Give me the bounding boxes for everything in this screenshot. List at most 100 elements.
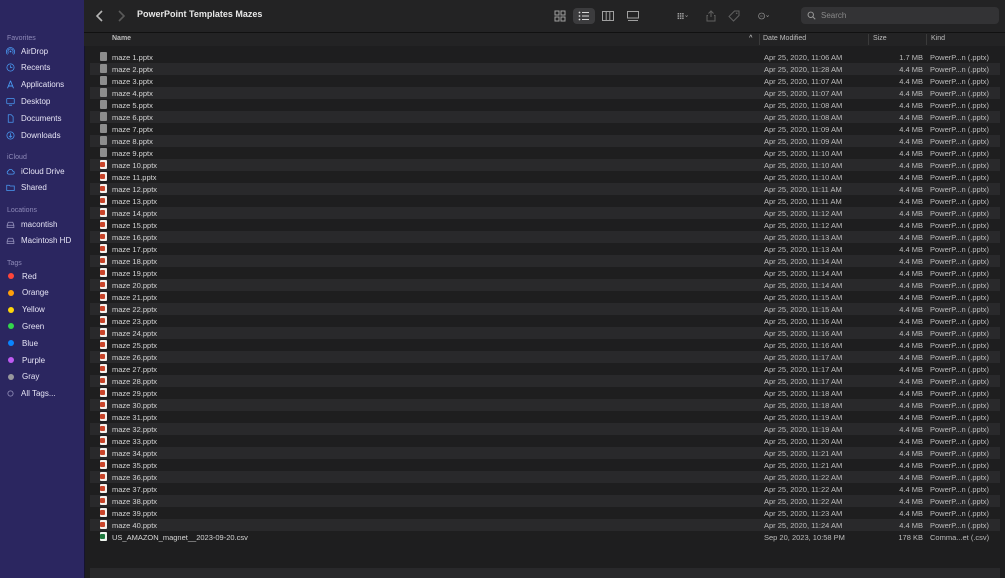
file-row[interactable]: maze 13.pptx Apr 25, 2020, 11:11 AM 4.4 MB… [90, 195, 1000, 207]
file-name: maze 5.pptx [112, 101, 153, 110]
file-row[interactable]: maze 29.pptx Apr 25, 2020, 11:18 AM 4.4 MB… [90, 387, 1000, 399]
pptx-file-icon [100, 88, 107, 97]
file-row[interactable]: maze 7.pptx Apr 25, 2020, 11:09 AM 4.4 MB P… [90, 123, 1000, 135]
file-size: 4.4 MB [899, 377, 923, 386]
sidebar-item-tag-yellow[interactable]: Yellow [6, 303, 80, 317]
sidebar-item-tag-orange[interactable]: Orange [6, 286, 80, 300]
sidebar-item-recents[interactable]: Recents [6, 61, 80, 75]
back-icon[interactable] [94, 8, 106, 24]
file-name: maze 7.pptx [112, 125, 153, 134]
file-row[interactable]: maze 8.pptx Apr 25, 2020, 11:09 AM 4.4 MB P… [90, 135, 1000, 147]
gallery-view-icon[interactable] [625, 8, 641, 24]
column-kind-header[interactable]: Kind [931, 35, 945, 42]
sidebar-item-tag-purple[interactable]: Purple [6, 353, 80, 367]
file-row[interactable]: maze 26.pptx Apr 25, 2020, 11:17 AM 4.4 MB… [90, 351, 1000, 363]
pptx-file-icon [100, 340, 107, 349]
search-field[interactable] [801, 7, 999, 24]
column-size-header[interactable]: Size [873, 35, 887, 42]
file-date-modified: Apr 25, 2020, 11:14 AM [764, 257, 843, 266]
sidebar-item-macontish[interactable]: macontish [6, 217, 80, 231]
file-row[interactable]: maze 19.pptx Apr 25, 2020, 11:14 AM 4.4 MB… [90, 267, 1000, 279]
sidebar-item-desktop[interactable]: Desktop [6, 94, 80, 108]
file-size: 4.4 MB [899, 89, 923, 98]
file-row[interactable]: maze 27.pptx Apr 25, 2020, 11:17 AM 4.4 MB… [90, 363, 1000, 375]
file-row[interactable]: maze 22.pptx Apr 25, 2020, 11:15 AM 4.4 MB… [90, 303, 1000, 315]
sidebar-item-shared[interactable]: Shared [6, 181, 80, 195]
file-name: maze 20.pptx [112, 281, 158, 290]
column-view-icon[interactable] [600, 8, 616, 24]
file-row[interactable]: maze 9.pptx Apr 25, 2020, 11:10 AM 4.4 MB P… [90, 147, 1000, 159]
sidebar-item-downloads[interactable]: Downloads [6, 128, 80, 142]
file-kind: PowerP...n (.pptx) [930, 509, 990, 518]
pptx-file-icon [100, 172, 107, 181]
icon-view-icon[interactable] [552, 8, 568, 24]
column-date-header[interactable]: Date Modified [763, 35, 806, 42]
column-name-header[interactable]: Name [112, 35, 131, 42]
file-row[interactable]: maze 5.pptx Apr 25, 2020, 11:08 AM 4.4 MB P… [90, 99, 1000, 111]
file-row[interactable]: maze 31.pptx Apr 25, 2020, 11:19 AM 4.4 MB… [90, 411, 1000, 423]
tag-icon[interactable] [727, 8, 741, 24]
file-row[interactable]: maze 15.pptx Apr 25, 2020, 11:12 AM 4.4 MB… [90, 219, 1000, 231]
file-row[interactable]: maze 37.pptx Apr 25, 2020, 11:22 AM 4.4 MB… [90, 483, 1000, 495]
file-row[interactable]: maze 4.pptx Apr 25, 2020, 11:07 AM 4.4 MB P… [90, 87, 1000, 99]
file-row[interactable]: maze 34.pptx Apr 25, 2020, 11:21 AM 4.4 MB… [90, 447, 1000, 459]
file-size: 4.4 MB [899, 449, 923, 458]
file-row[interactable]: maze 35.pptx Apr 25, 2020, 11:21 AM 4.4 MB… [90, 459, 1000, 471]
pptx-file-icon [100, 292, 107, 301]
file-kind: PowerP...n (.pptx) [930, 365, 990, 374]
more-actions-icon[interactable] [752, 8, 776, 24]
file-kind: PowerP...n (.pptx) [930, 89, 990, 98]
sidebar-item-tag-red[interactable]: Red [6, 269, 80, 283]
file-row[interactable]: maze 14.pptx Apr 25, 2020, 11:12 AM 4.4 MB… [90, 207, 1000, 219]
list-view-icon[interactable] [573, 8, 595, 24]
sidebar-item-documents[interactable]: Documents [6, 111, 80, 125]
file-row[interactable]: maze 28.pptx Apr 25, 2020, 11:17 AM 4.4 MB… [90, 375, 1000, 387]
file-row[interactable]: maze 40.pptx Apr 25, 2020, 11:24 AM 4.4 MB… [90, 519, 1000, 531]
file-row[interactable]: maze 16.pptx Apr 25, 2020, 11:13 AM 4.4 MB… [90, 231, 1000, 243]
file-row[interactable]: maze 39.pptx Apr 25, 2020, 11:23 AM 4.4 MB… [90, 507, 1000, 519]
file-date-modified: Apr 25, 2020, 11:15 AM [764, 293, 843, 302]
file-row[interactable]: maze 24.pptx Apr 25, 2020, 11:16 AM 4.4 MB… [90, 327, 1000, 339]
file-row[interactable]: maze 6.pptx Apr 25, 2020, 11:08 AM 4.4 MB P… [90, 111, 1000, 123]
file-row[interactable]: maze 30.pptx Apr 25, 2020, 11:18 AM 4.4 MB… [90, 399, 1000, 411]
file-row[interactable]: maze 20.pptx Apr 25, 2020, 11:14 AM 4.4 MB… [90, 279, 1000, 291]
file-row[interactable]: maze 38.pptx Apr 25, 2020, 11:22 AM 4.4 MB… [90, 495, 1000, 507]
sidebar-item-airdrop[interactable]: AirDrop [6, 44, 80, 58]
file-row[interactable]: maze 25.pptx Apr 25, 2020, 11:16 AM 4.4 MB… [90, 339, 1000, 351]
file-row[interactable]: maze 32.pptx Apr 25, 2020, 11:19 AM 4.4 MB… [90, 423, 1000, 435]
sidebar-item-applications[interactable]: Applications [6, 78, 80, 92]
file-row[interactable]: US_AMAZON_magnet__2023-09-20.csv Sep 20, … [90, 531, 1000, 543]
pptx-file-icon [100, 484, 107, 493]
pptx-file-icon [100, 448, 107, 457]
csv-file-icon [100, 532, 107, 541]
file-row[interactable]: maze 21.pptx Apr 25, 2020, 11:15 AM 4.4 MB… [90, 291, 1000, 303]
share-icon[interactable] [704, 8, 718, 24]
sort-ascending-icon[interactable]: ^ [749, 35, 753, 41]
sidebar-section-favorites: Favorites [7, 35, 36, 42]
sidebar-item-tag-blue[interactable]: Blue [6, 336, 80, 350]
file-row[interactable]: maze 23.pptx Apr 25, 2020, 11:16 AM 4.4 MB… [90, 315, 1000, 327]
file-date-modified: Apr 25, 2020, 11:16 AM [764, 317, 843, 326]
file-date-modified: Apr 25, 2020, 11:22 AM [764, 473, 843, 482]
file-row[interactable]: maze 33.pptx Apr 25, 2020, 11:20 AM 4.4 MB… [90, 435, 1000, 447]
file-row[interactable]: maze 18.pptx Apr 25, 2020, 11:14 AM 4.4 MB… [90, 255, 1000, 267]
file-size: 4.4 MB [899, 113, 923, 122]
file-row[interactable]: maze 17.pptx Apr 25, 2020, 11:13 AM 4.4 MB… [90, 243, 1000, 255]
file-kind: PowerP...n (.pptx) [930, 389, 990, 398]
forward-icon[interactable] [115, 8, 127, 24]
group-by-icon[interactable] [671, 8, 695, 24]
sidebar-item-macintosh-hd[interactable]: Macintosh HD [6, 234, 80, 248]
sidebar-item-tag-green[interactable]: Green [6, 319, 80, 333]
file-row[interactable]: maze 10.pptx Apr 25, 2020, 11:10 AM 4.4 MB… [90, 159, 1000, 171]
sidebar-item-all-tags[interactable]: All Tags... [6, 387, 80, 401]
search-input[interactable] [821, 11, 991, 20]
file-row[interactable]: maze 12.pptx Apr 25, 2020, 11:11 AM 4.4 MB… [90, 183, 1000, 195]
sidebar-item-icloud-drive[interactable]: iCloud Drive [6, 164, 80, 178]
file-row[interactable]: maze 3.pptx Apr 25, 2020, 11:07 AM 4.4 MB P… [90, 75, 1000, 87]
file-row[interactable]: maze 11.pptx Apr 25, 2020, 11:10 AM 4.4 MB… [90, 171, 1000, 183]
file-row[interactable]: maze 2.pptx Apr 25, 2020, 11:28 AM 4.4 MB P… [90, 63, 1000, 75]
file-row[interactable]: maze 36.pptx Apr 25, 2020, 11:22 AM 4.4 MB… [90, 471, 1000, 483]
file-name: maze 9.pptx [112, 149, 153, 158]
sidebar-item-tag-gray[interactable]: Gray [6, 370, 80, 384]
file-row[interactable]: maze 1.pptx Apr 25, 2020, 11:06 AM 1.7 MB P… [90, 51, 1000, 63]
